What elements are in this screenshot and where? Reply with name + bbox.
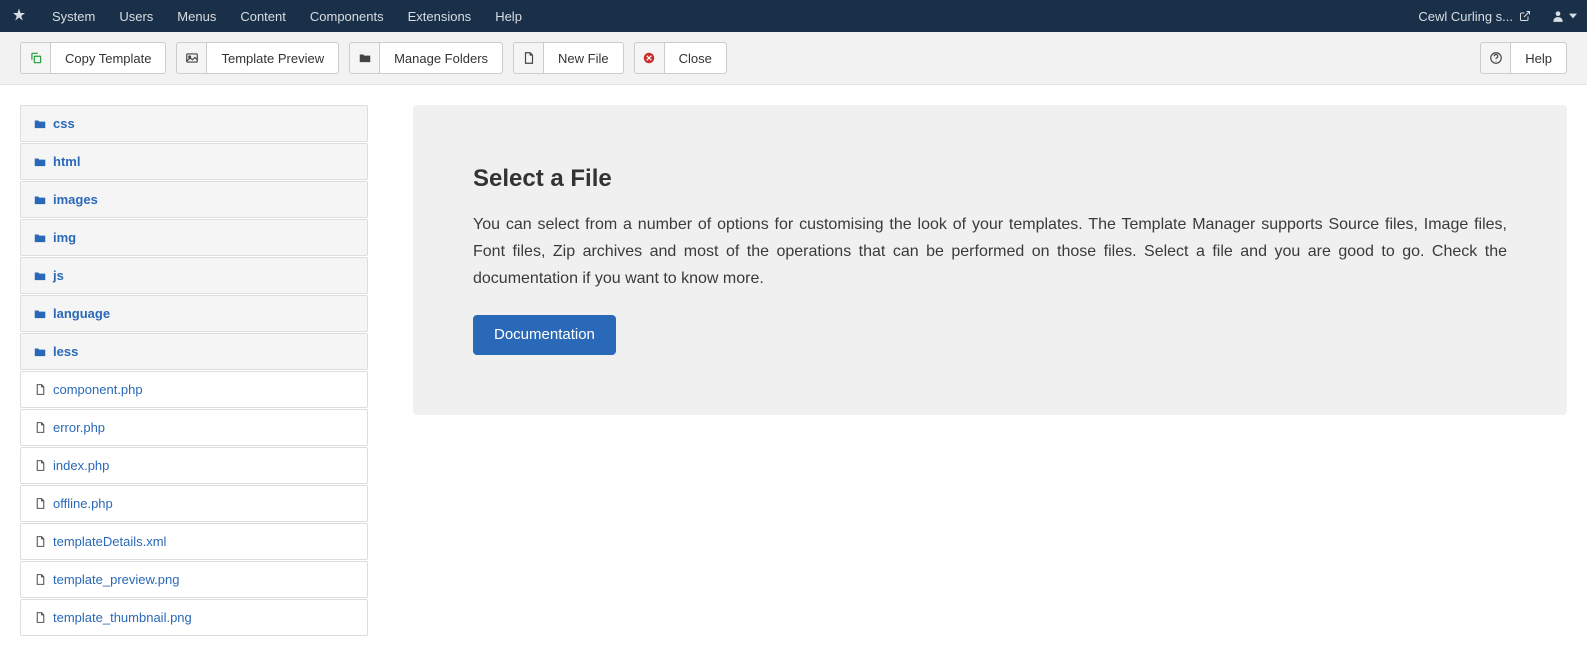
file-label: component.php: [53, 382, 143, 397]
folder-label: less: [53, 344, 78, 359]
file-item[interactable]: template_thumbnail.png: [20, 599, 368, 636]
page-title: Select a File: [473, 165, 1507, 193]
folder-icon: [33, 117, 47, 131]
folder-icon: [33, 269, 47, 283]
nav-users[interactable]: Users: [107, 0, 165, 32]
folder-item[interactable]: css: [20, 105, 368, 142]
file-item[interactable]: template_preview.png: [20, 561, 368, 598]
file-item[interactable]: index.php: [20, 447, 368, 484]
site-link[interactable]: Cewl Curling s...: [1418, 9, 1531, 24]
user-icon: [1551, 9, 1565, 23]
folder-item[interactable]: js: [20, 257, 368, 294]
copy-template-button[interactable]: Copy Template: [20, 42, 166, 74]
folder-label: language: [53, 306, 110, 321]
file-icon: [514, 43, 544, 73]
new-file-label: New File: [544, 43, 623, 73]
manage-folders-label: Manage Folders: [380, 43, 502, 73]
nav-help[interactable]: Help: [483, 0, 534, 32]
toolbar: Copy Template Template Preview Manage Fo…: [0, 32, 1587, 85]
folder-item[interactable]: img: [20, 219, 368, 256]
manage-folders-button[interactable]: Manage Folders: [349, 42, 503, 74]
file-icon: [33, 573, 47, 587]
site-name-label: Cewl Curling s...: [1418, 9, 1513, 24]
folder-label: img: [53, 230, 76, 245]
folder-icon: [350, 43, 380, 73]
file-item[interactable]: component.php: [20, 371, 368, 408]
file-label: template_thumbnail.png: [53, 610, 192, 625]
top-navbar: System Users Menus Content Components Ex…: [0, 0, 1587, 32]
template-preview-label: Template Preview: [207, 43, 338, 73]
image-icon: [177, 43, 207, 73]
nav-components[interactable]: Components: [298, 0, 396, 32]
close-label: Close: [665, 43, 726, 73]
folder-label: images: [53, 192, 98, 207]
user-menu[interactable]: [1539, 9, 1577, 23]
file-item[interactable]: templateDetails.xml: [20, 523, 368, 560]
copy-template-label: Copy Template: [51, 43, 165, 73]
close-button[interactable]: Close: [634, 42, 727, 74]
help-label: Help: [1511, 43, 1566, 73]
folder-icon: [33, 155, 47, 169]
file-label: template_preview.png: [53, 572, 179, 587]
file-label: offline.php: [53, 496, 113, 511]
folder-icon: [33, 231, 47, 245]
file-item[interactable]: error.php: [20, 409, 368, 446]
folder-icon: [33, 345, 47, 359]
file-label: error.php: [53, 420, 105, 435]
file-icon: [33, 383, 47, 397]
cancel-icon: [635, 43, 665, 73]
folder-icon: [33, 307, 47, 321]
file-icon: [33, 535, 47, 549]
help-icon: [1481, 43, 1511, 73]
folder-item[interactable]: images: [20, 181, 368, 218]
folder-label: css: [53, 116, 75, 131]
file-icon: [33, 421, 47, 435]
external-link-icon: [1519, 10, 1531, 22]
template-preview-button[interactable]: Template Preview: [176, 42, 339, 74]
file-icon: [33, 497, 47, 511]
folder-item[interactable]: less: [20, 333, 368, 370]
caret-down-icon: [1569, 12, 1577, 20]
page-description: You can select from a number of options …: [473, 211, 1507, 293]
file-label: templateDetails.xml: [53, 534, 166, 549]
nav-system[interactable]: System: [40, 0, 107, 32]
nav-menus[interactable]: Menus: [165, 0, 228, 32]
intro-well: Select a File You can select from a numb…: [413, 105, 1567, 415]
topnav-left: System Users Menus Content Components Ex…: [10, 0, 534, 32]
help-button[interactable]: Help: [1480, 42, 1567, 74]
folder-label: html: [53, 154, 80, 169]
folder-item[interactable]: html: [20, 143, 368, 180]
file-icon: [33, 611, 47, 625]
file-item[interactable]: offline.php: [20, 485, 368, 522]
folder-icon: [33, 193, 47, 207]
folder-label: js: [53, 268, 64, 283]
file-tree: css html images img js language less c: [20, 105, 368, 637]
nav-content[interactable]: Content: [228, 0, 298, 32]
folder-item[interactable]: language: [20, 295, 368, 332]
content-area: Select a File You can select from a numb…: [413, 105, 1567, 415]
file-label: index.php: [53, 458, 109, 473]
main-area: css html images img js language less c: [0, 85, 1587, 657]
nav-extensions[interactable]: Extensions: [396, 0, 484, 32]
new-file-button[interactable]: New File: [513, 42, 624, 74]
copy-icon: [21, 43, 51, 73]
joomla-logo-icon[interactable]: [10, 7, 28, 25]
file-icon: [33, 459, 47, 473]
documentation-button[interactable]: Documentation: [473, 315, 616, 355]
topnav-right: Cewl Curling s...: [1418, 9, 1577, 24]
